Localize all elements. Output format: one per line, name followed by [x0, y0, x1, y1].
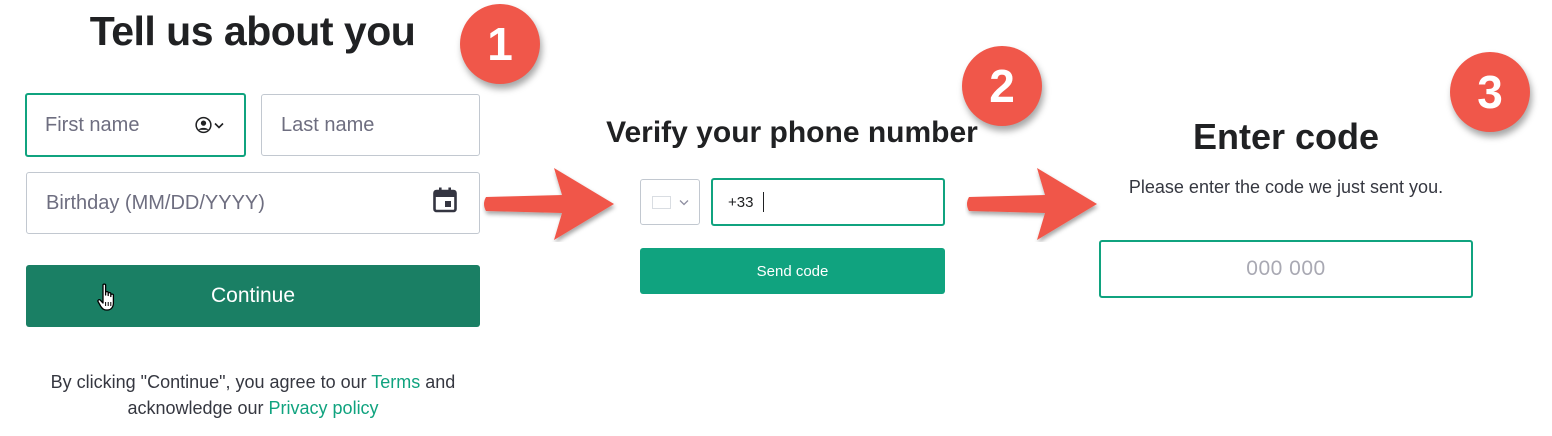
text-cursor	[763, 192, 765, 212]
continue-button[interactable]: Continue	[26, 265, 480, 327]
enter-code-title: Enter code	[1192, 116, 1380, 157]
phone-value: +33	[728, 193, 754, 211]
last-name-placeholder: Last name	[281, 113, 375, 136]
birthday-field[interactable]: Birthday (MM/DD/YYYY)	[26, 172, 480, 234]
last-name-field[interactable]: Last name	[261, 94, 480, 156]
hand-pointer-icon	[97, 283, 115, 311]
birthday-placeholder: Birthday (MM/DD/YYYY)	[46, 191, 265, 214]
calendar-button[interactable]	[433, 187, 457, 219]
flag-icon	[651, 195, 671, 209]
page-title: Tell us about you	[89, 8, 416, 54]
code-input[interactable]: 000 000	[1099, 240, 1473, 298]
phone-input[interactable]: +33	[711, 178, 945, 226]
enter-code-subtitle: Please enter the code we just sent you.	[1128, 177, 1444, 197]
chevron-down-icon	[214, 122, 224, 129]
terms-link[interactable]: Terms	[371, 372, 420, 392]
code-placeholder: 000 000	[1246, 257, 1326, 280]
step-badge-1: 1	[460, 4, 540, 84]
privacy-policy-link[interactable]: Privacy policy	[269, 398, 379, 418]
step-badge-3: 3	[1450, 52, 1530, 132]
verify-phone-title: Verify your phone number	[606, 116, 978, 149]
country-select[interactable]	[640, 179, 700, 225]
step-badge-2: 2	[962, 46, 1042, 126]
arrow-right-icon	[967, 168, 1097, 240]
autofill-button[interactable]	[195, 116, 224, 134]
first-name-field[interactable]: First name	[25, 93, 246, 157]
send-code-button[interactable]: Send code	[640, 248, 945, 294]
arrow-right-icon	[484, 168, 614, 240]
person-circle-icon	[195, 116, 212, 134]
legal-text: By clicking "Continue", you agree to our…	[26, 369, 480, 421]
chevron-down-icon	[679, 199, 688, 205]
calendar-icon	[433, 187, 457, 213]
legal-prefix: By clicking "Continue", you agree to our	[50, 372, 372, 392]
